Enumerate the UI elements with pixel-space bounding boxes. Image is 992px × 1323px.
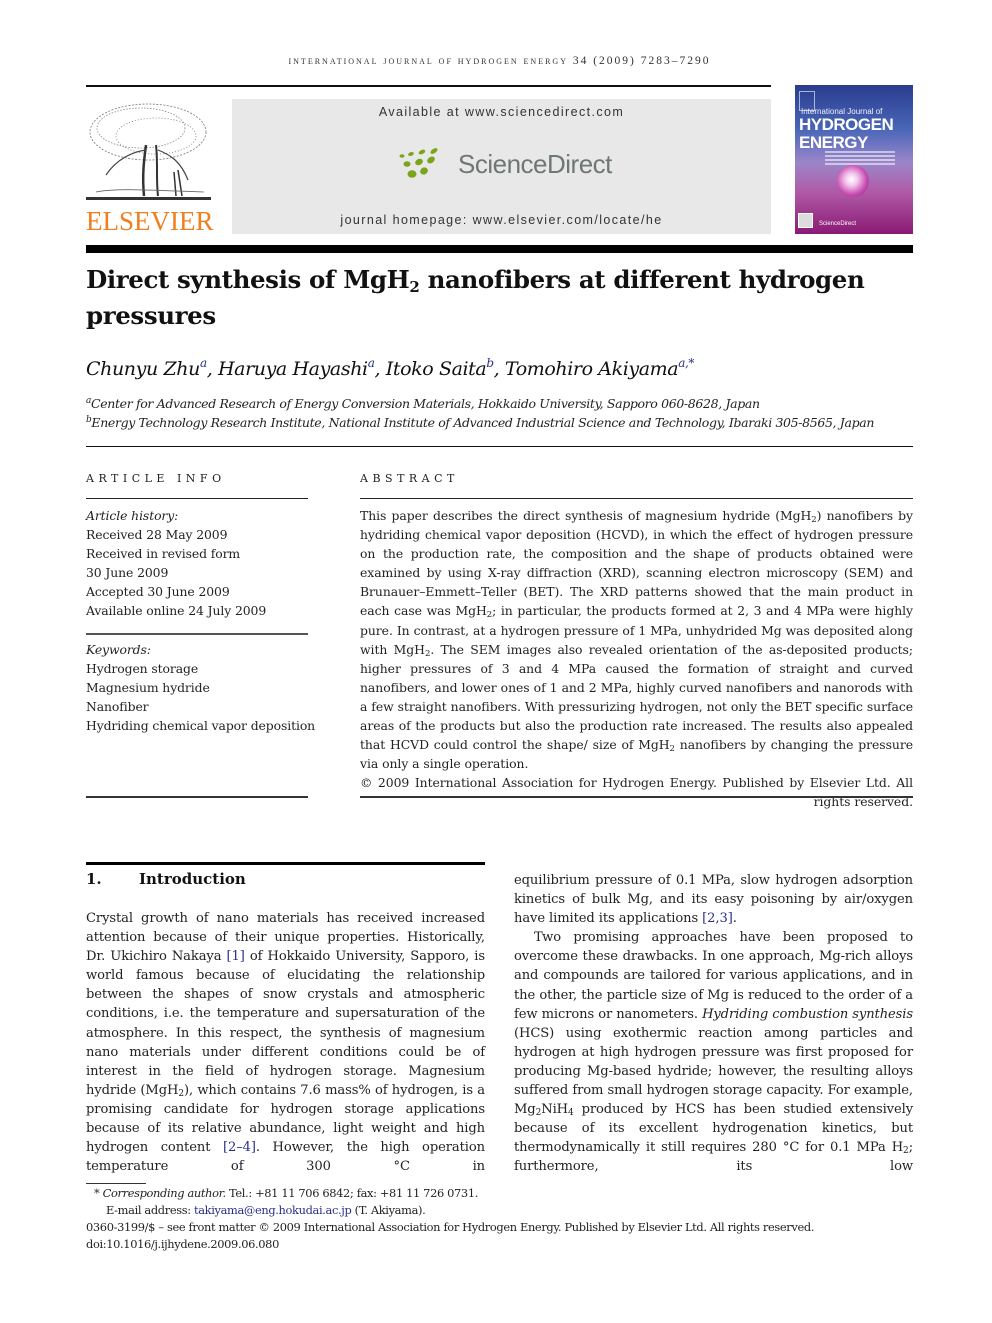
history-item: Accepted 30 June 2009 [86,584,230,600]
footnotes: * Corresponding author. Tel.: +81 11 706… [86,1185,814,1253]
doi-text[interactable]: doi:10.1016/j.ijhydene.2009.06.080 [86,1236,814,1253]
available-at-text[interactable]: Available at www.sciencedirect.com [232,105,771,119]
history-item: Received 28 May 2009 [86,527,228,543]
cover-title-line2: ENERGY [799,133,868,152]
section-rule [86,862,485,865]
affiliation-text: Center for Advanced Research of Energy C… [91,396,760,411]
sciencedirect-logo[interactable]: ScienceDirect [398,147,612,181]
article-info-bottom-rule [86,796,308,798]
author-affil-marker[interactable]: a [200,356,207,370]
keyword-item[interactable]: Nanofiber [86,697,316,716]
affiliation-text: Energy Technology Research Institute, Na… [91,415,875,430]
header-rule [86,85,771,87]
keyword-item[interactable]: Hydrogen storage [86,659,316,678]
section-heading-introduction: 1. Introduction [86,870,246,888]
article-info-label: ARTICLE INFO [86,472,226,485]
cover-title-line1: HYDROGEN [799,115,894,134]
abstract-paragraph: This paper describes the direct synthesi… [360,508,914,772]
affiliation-a: aCenter for Advanced Research of Energy … [86,396,760,411]
elsevier-logo[interactable]: ELSEVIER [86,100,214,236]
article-history: Article history: Received 28 May 2009 Re… [86,506,316,621]
article-info-rule [86,498,308,499]
history-item: Available online 24 July 2009 [86,603,267,619]
abstract-rule [360,498,913,499]
elsevier-tree-icon [86,103,211,200]
history-item: Received in revised form [86,546,241,562]
abstract-copyright: © 2009 International Association for Hyd… [360,775,913,810]
affiliation-b: bEnergy Technology Research Institute, N… [86,415,874,430]
email-note: E-mail address: takiyama@eng.hokudai.ac.… [106,1203,426,1217]
intro-paragraph: equilibrium pressure of 0.1 MPa, slow hy… [514,873,913,927]
elsevier-wordmark: ELSEVIER [86,206,214,236]
intro-paragraph: Crystal growth of nano materials has rec… [86,911,485,1175]
citation-link[interactable]: [1] [227,949,245,964]
keyword-item[interactable]: Magnesium hydride [86,678,316,697]
author-name[interactable]: Itoko Saita [386,358,487,380]
article-title: Direct synthesis of MgH2 nanofibers at d… [86,262,913,334]
journal-cover-image[interactable]: International Journal of HYDROGEN ENERGY… [795,85,913,234]
intro-left-column: Crystal growth of nano materials has rec… [86,909,485,1176]
footnote-rule [86,1183,146,1184]
author-list: Chunyu Zhua, Haruya Hayashia, Itoko Sait… [86,356,694,380]
history-label: Article history: [86,508,179,523]
abstract-bottom-rule [360,796,913,798]
author-affil-marker[interactable]: b [486,356,494,370]
journal-homepage-text[interactable]: journal homepage: www.elsevier.com/locat… [232,213,771,227]
citation-link[interactable]: [2,3] [702,911,733,926]
keywords-label: Keywords: [86,642,151,657]
cover-title: HYDROGEN ENERGY [799,115,894,152]
sciencedirect-dots-icon [399,148,438,178]
author-name[interactable]: Chunyu Zhu [86,358,200,380]
author-affil-marker[interactable]: a [368,356,375,370]
history-keywords-rule [86,633,308,635]
title-subscript: 2 [409,278,420,296]
author-name[interactable]: Tomohiro Akiyama [505,358,679,380]
journal-citation-line: INTERNATIONAL JOURNAL OF HYDROGEN ENERGY… [288,55,711,67]
history-item: 30 June 2009 [86,565,169,581]
keyword-item[interactable]: Hydriding chemical vapor deposition [86,716,316,735]
cover-h-logo-icon [798,213,813,228]
author-affil-marker[interactable]: a,* [678,356,694,370]
abstract-label: ABSTRACT [360,472,459,485]
title-separator-bar [86,245,913,253]
email-link[interactable]: takiyama@eng.hokudai.ac.jp [194,1203,352,1217]
abstract-text: This paper describes the direct synthesi… [360,506,913,812]
author-name[interactable]: Haruya Hayashi [218,358,368,380]
keywords: Keywords: Hydrogen storage Magnesium hyd… [86,640,316,735]
section-title: Introduction [139,870,246,888]
cover-editor-lines [825,151,895,167]
cover-orb-graphic [837,165,869,197]
sciencedirect-banner: Available at www.sciencedirect.com Scien… [232,99,771,234]
section-number: 1. [86,870,102,888]
affiliation-rule [86,446,913,447]
corresponding-author-note: * Corresponding author. Tel.: +81 11 706… [94,1186,478,1200]
title-text-1: Direct synthesis of MgH [86,265,410,294]
intro-right-column: equilibrium pressure of 0.1 MPa, slow hy… [514,871,913,1177]
sciencedirect-wordmark: ScienceDirect [458,148,612,179]
front-matter-note: 0360-3199/$ – see front matter © 2009 In… [86,1220,815,1234]
cover-sciencedirect-text: ScienceDirect [819,221,857,227]
intro-paragraph: Two promising approaches have been propo… [514,930,913,1175]
citation-link[interactable]: [2–4] [223,1140,256,1155]
